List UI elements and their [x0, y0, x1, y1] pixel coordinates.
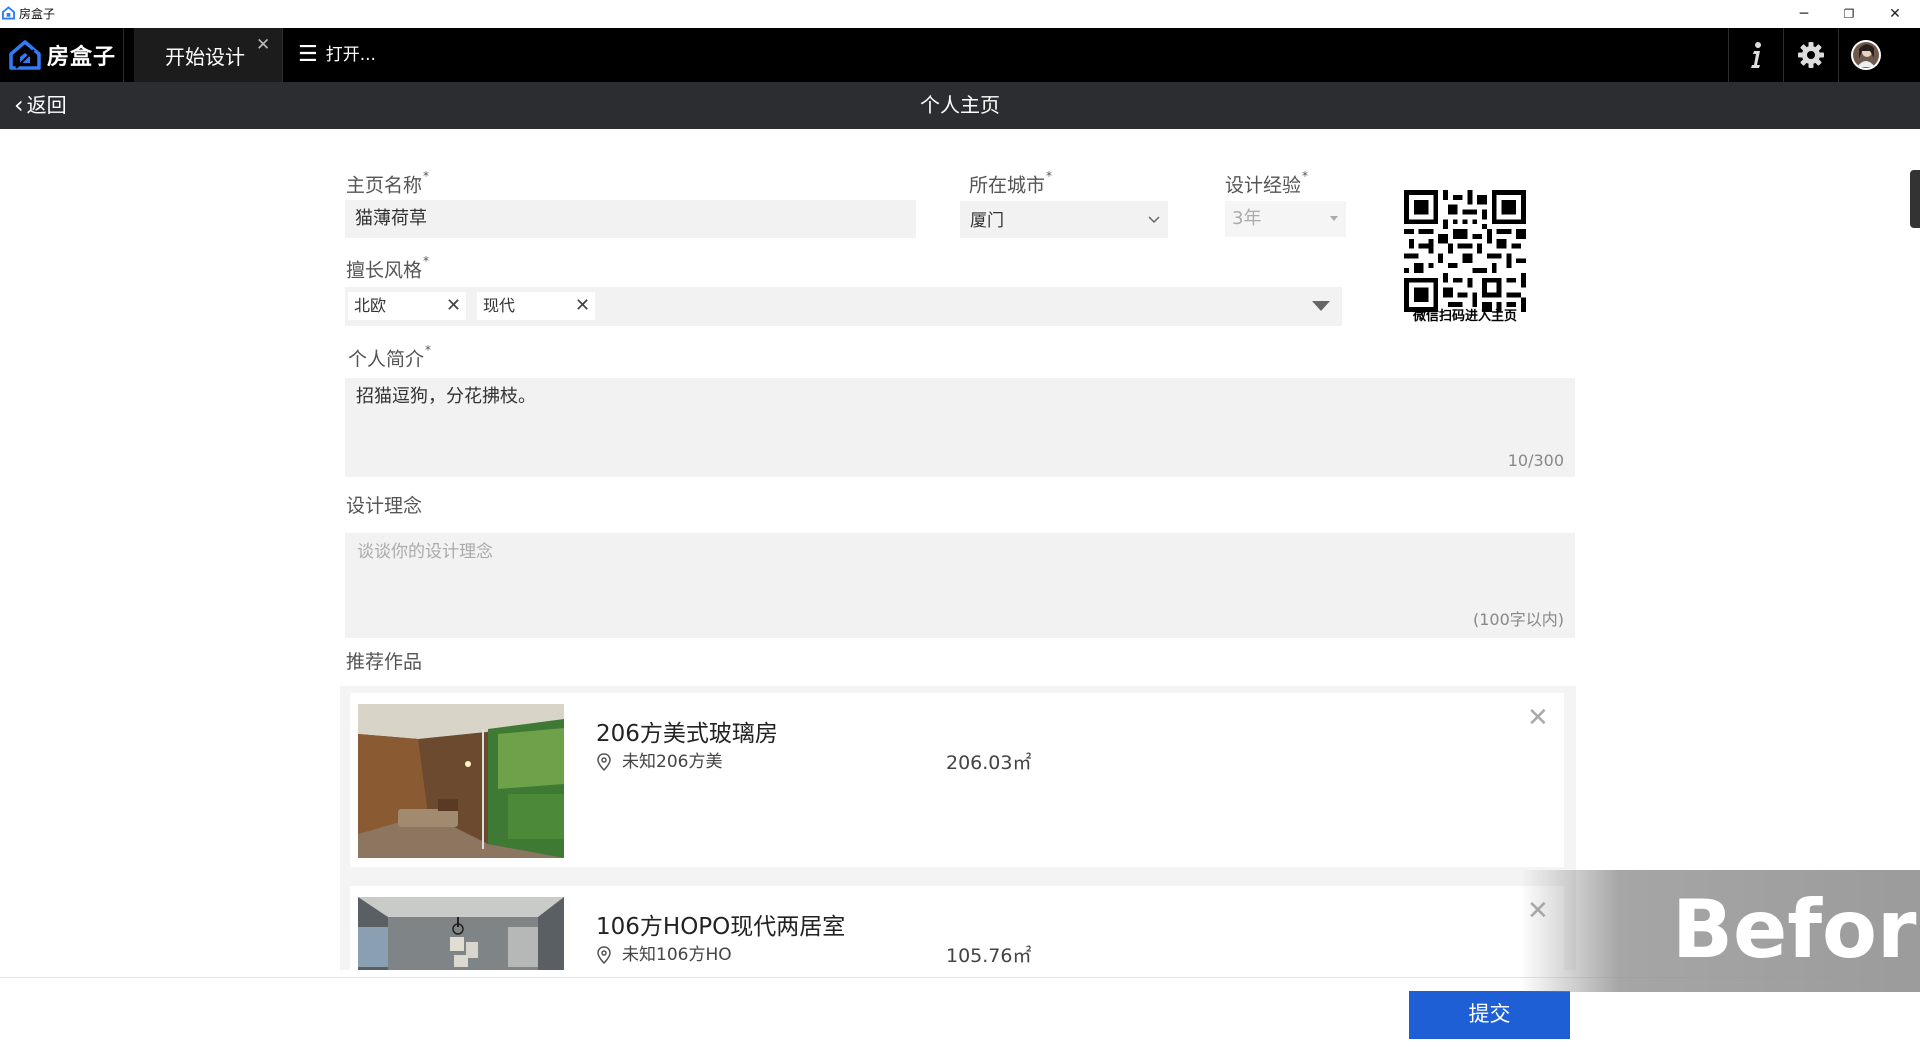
homepage-name-label: 主页名称* — [346, 169, 430, 197]
work-thumbnail — [358, 897, 564, 970]
window-title: 房盒子 — [19, 7, 56, 21]
qr-caption: 微信扫码进入主页 — [1412, 309, 1517, 324]
brand-logo[interactable]: 房盒子 — [8, 38, 116, 72]
page-title: 个人主页 — [920, 93, 1000, 117]
philosophy-placeholder: 谈谈你的设计理念 — [357, 542, 493, 562]
recommended-works-list: 206方美式玻璃房 未知206方美 206.03㎡ ✕ 106方HOPO现代两居… — [340, 686, 1576, 970]
gear-icon — [1798, 42, 1824, 68]
toolbar-divider — [123, 28, 124, 82]
brand-name: 房盒子 — [47, 45, 117, 70]
experience-value: 3年 — [1232, 208, 1262, 229]
toolbar-divider — [282, 28, 283, 82]
caret-down-icon — [1330, 216, 1338, 221]
app-logo-icon — [2, 6, 15, 20]
tab-close-icon[interactable]: ✕ — [256, 37, 270, 54]
side-scroll-handle[interactable] — [1910, 170, 1920, 228]
philosophy-textarea[interactable] — [345, 533, 1575, 638]
open-menu-button[interactable]: ☰ 打开... — [298, 42, 376, 68]
work-card[interactable]: 206方美式玻璃房 未知206方美 206.03㎡ ✕ — [350, 693, 1564, 867]
tag-remove-icon[interactable]: ✕ — [446, 292, 461, 320]
minimize-button[interactable]: ─ — [1789, 4, 1819, 24]
homepage-name-value: 猫薄荷草 — [355, 208, 427, 229]
close-window-button[interactable]: ✕ — [1880, 4, 1910, 24]
user-avatar-button[interactable] — [1839, 28, 1893, 82]
tag-remove-icon[interactable]: ✕ — [575, 292, 590, 320]
location-pin-icon — [597, 946, 611, 964]
info-icon — [1751, 42, 1761, 68]
work-title: 206方美式玻璃房 — [596, 721, 778, 747]
avatar — [1851, 40, 1881, 70]
caret-down-icon[interactable] — [1311, 299, 1331, 313]
homepage-name-input[interactable] — [345, 200, 916, 238]
settings-button[interactable] — [1784, 28, 1838, 82]
bio-label: 个人简介* — [348, 343, 432, 371]
main-toolbar: 房盒子 开始设计 ✕ ☰ 打开... — [0, 28, 1920, 82]
city-value: 厦门 — [970, 211, 1004, 231]
restore-button[interactable]: ❐ — [1834, 4, 1864, 24]
wechat-qr-code — [1404, 190, 1526, 312]
recommended-works-label: 推荐作品 — [346, 651, 423, 673]
window-titlebar: 房盒子 ─ ❐ ✕ — [0, 0, 1920, 28]
style-tag-label: 现代 — [483, 296, 516, 315]
remove-work-icon[interactable]: ✕ — [1527, 705, 1549, 731]
philosophy-char-hint: (100字以内) — [1472, 610, 1564, 629]
work-location: 未知206方美 — [596, 752, 722, 772]
work-location: 未知106方HO — [596, 945, 732, 965]
philosophy-label: 设计理念 — [346, 495, 423, 517]
submit-button[interactable]: 提交 — [1409, 991, 1570, 1039]
location-pin-icon — [597, 753, 611, 771]
work-location-text: 未知206方美 — [622, 752, 723, 772]
menu-icon: ☰ — [298, 42, 318, 67]
work-title: 106方HOPO现代两居室 — [596, 914, 846, 940]
work-area: 105.76㎡ — [946, 945, 1032, 967]
tab-start-design-label: 开始设计 — [165, 45, 245, 69]
style-tag-label: 北欧 — [354, 296, 387, 315]
work-card[interactable]: 106方HOPO现代两居室 未知106方HO 105.76㎡ ✕ — [350, 886, 1564, 970]
open-menu-label: 打开... — [325, 45, 376, 65]
bio-char-counter: 10/300 — [1507, 451, 1564, 470]
page-header: ‹ 返回 个人主页 — [0, 82, 1920, 129]
work-location-text: 未知106方HO — [622, 945, 732, 965]
info-button[interactable] — [1729, 28, 1783, 82]
before-label: Befor — [1672, 883, 1917, 976]
chevron-down-icon — [1148, 216, 1160, 224]
city-label: 所在城市* — [969, 169, 1053, 197]
experience-label: 设计经验* — [1225, 169, 1309, 197]
work-area: 206.03㎡ — [946, 752, 1032, 774]
work-thumbnail — [358, 704, 564, 858]
styles-label: 擅长风格* — [346, 254, 430, 282]
house-logo-icon — [9, 40, 41, 70]
bio-value: 招猫逗狗，分花拂枝。 — [356, 386, 536, 407]
